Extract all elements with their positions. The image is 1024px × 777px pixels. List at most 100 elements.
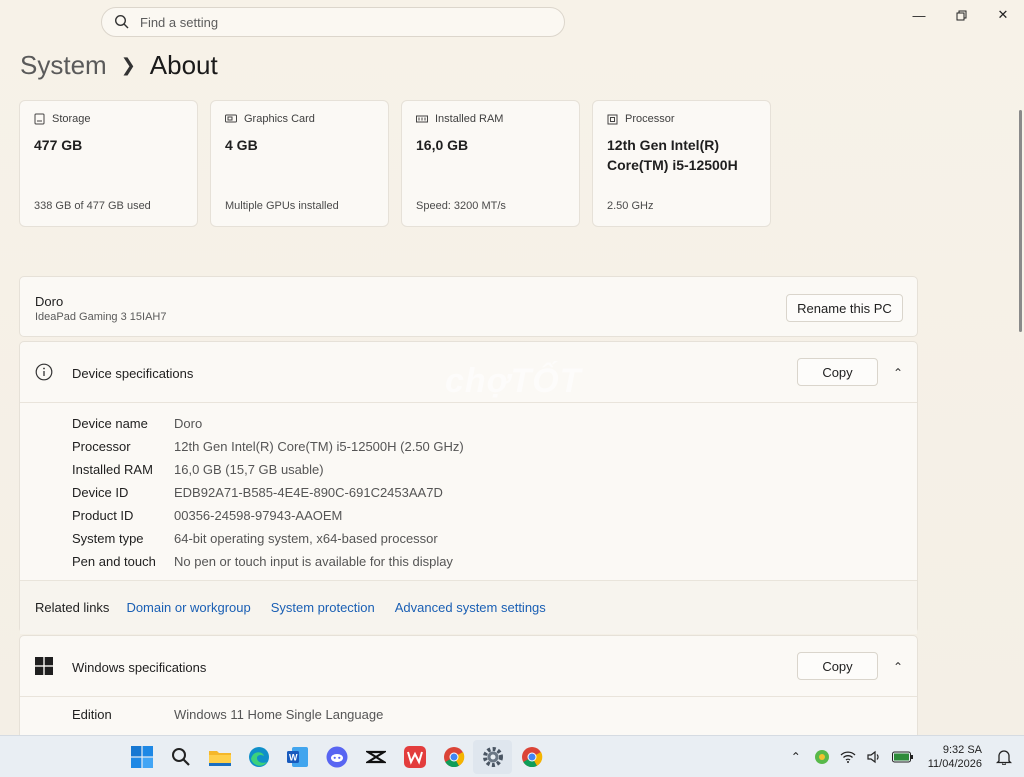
clock[interactable]: 9:32 SA 11/04/2026 (928, 743, 982, 771)
system-tray: ⌃ 9:32 SA 11/04/2026 (784, 736, 1024, 777)
spec-value: No pen or touch input is available for t… (174, 554, 453, 569)
windows-start-icon (130, 746, 153, 768)
domain-workgroup-link[interactable]: Domain or workgroup (126, 600, 250, 615)
windows-specifications-panel: Windows specifications Copy ⌃ Edition Win… (19, 635, 918, 735)
card-sub: 338 GB of 477 GB used (34, 200, 151, 212)
copy-windows-specs-button[interactable]: Copy (797, 652, 878, 680)
related-links-label: Related links (35, 600, 110, 615)
chrome-profile-icon (521, 747, 542, 768)
taskbar-chrome-profile[interactable] (512, 740, 551, 774)
spec-key: Processor (72, 439, 131, 454)
card-value: 4 GB (225, 137, 258, 153)
discord-icon (326, 746, 347, 768)
spec-row: Device ID EDB92A71-B585-4E4E-890C-691C245… (72, 481, 464, 504)
pc-name-panel: Doro IdeaPad Gaming 3 15IAH7 Rename this… (19, 276, 918, 337)
chevron-up-icon[interactable]: ⌃ (784, 745, 808, 769)
spec-row: Installed RAM 16,0 GB (15,7 GB usable) (72, 458, 464, 481)
rename-pc-button[interactable]: Rename this PC (786, 294, 903, 322)
processor-icon (607, 114, 618, 124)
processor-card[interactable]: Processor 12th Gen Intel(R) Core(TM) i5-… (592, 100, 771, 227)
start-button[interactable] (122, 740, 161, 774)
spec-key: Edition (72, 707, 112, 722)
capcut-icon (365, 750, 386, 764)
battery-icon[interactable] (888, 745, 918, 769)
spec-key: Product ID (72, 508, 134, 523)
taskbar-file-explorer[interactable] (200, 740, 239, 774)
spec-value: 64-bit operating system, x64-based proce… (174, 531, 438, 546)
tray-app-icon[interactable] (810, 745, 834, 769)
notification-icon[interactable] (992, 745, 1016, 769)
taskbar-edge[interactable] (239, 740, 278, 774)
chevron-up-icon[interactable]: ⌃ (893, 660, 903, 674)
card-label: Processor (625, 113, 675, 125)
taskbar: W ⌃ 9:32 SA 11/04/2026 (0, 735, 1024, 777)
spec-value: 16,0 GB (15,7 GB usable) (174, 462, 324, 477)
card-label: Graphics Card (244, 113, 315, 125)
search-box[interactable] (101, 7, 565, 37)
spec-row: Product ID 00356-24598-97943-AAOEM (72, 504, 464, 527)
volume-icon[interactable] (862, 745, 886, 769)
windows-logo-icon (35, 657, 53, 675)
card-value: 16,0 GB (416, 137, 469, 153)
restore-icon (956, 10, 966, 20)
pc-name: Doro (35, 294, 64, 309)
related-links: Related links Domain or workgroup System… (20, 580, 917, 634)
spec-value: Doro (174, 416, 203, 431)
card-sub: Multiple GPUs installed (225, 200, 339, 212)
word-icon: W (286, 747, 308, 767)
graphics-card-card[interactable]: Graphics Card 4 GB Multiple GPUs install… (210, 100, 389, 227)
wifi-icon[interactable] (836, 745, 860, 769)
taskbar-discord[interactable] (317, 740, 356, 774)
section-title: Device specifications (72, 366, 194, 381)
spec-key: Installed RAM (72, 462, 153, 477)
scrollbar[interactable] (1019, 110, 1022, 332)
page-title: About (149, 50, 218, 80)
pc-model: IdeaPad Gaming 3 15IAH7 (35, 311, 167, 323)
section-title: Windows specifications (72, 660, 207, 675)
maximize-button[interactable] (940, 0, 982, 30)
card-label: Storage (52, 113, 91, 125)
breadcrumb: System ❯ About (20, 50, 218, 81)
spec-row: System type 64-bit operating system, x64-… (72, 527, 464, 550)
device-spec-list: Device name Doro Processor 12th Gen Intel(… (72, 412, 464, 573)
taskbar-capcut[interactable] (356, 740, 395, 774)
card-sub: 2.50 GHz (607, 200, 654, 212)
clock-time: 9:32 SA (942, 744, 982, 756)
chrome-icon (443, 747, 464, 768)
search-input[interactable] (140, 14, 540, 30)
card-sub: Speed: 3200 MT/s (416, 200, 506, 212)
system-protection-link[interactable]: System protection (271, 600, 375, 615)
ram-card[interactable]: Installed RAM 16,0 GB Speed: 3200 MT/s (401, 100, 580, 227)
svg-text:W: W (289, 753, 298, 763)
spec-value: 12th Gen Intel(R) Core(TM) i5-12500H (2.… (174, 439, 464, 454)
storage-card[interactable]: Storage 477 GB 338 GB of 477 GB used (19, 100, 198, 227)
search-icon (171, 748, 190, 766)
spec-row: Processor 12th Gen Intel(R) Core(TM) i5-1… (72, 435, 464, 458)
close-button[interactable]: ✕ (982, 0, 1024, 30)
spec-row: Pen and touch No pen or touch input is av… (72, 550, 464, 573)
minimize-button[interactable]: — (898, 0, 940, 30)
card-value: 477 GB (34, 137, 83, 153)
chevron-up-icon[interactable]: ⌃ (893, 366, 903, 380)
storage-icon (34, 113, 45, 125)
advanced-system-settings-link[interactable]: Advanced system settings (395, 600, 546, 615)
window-controls: — ✕ (898, 0, 1024, 30)
settings-window: — ✕ System ❯ About Storage 477 GB 338 GB… (0, 0, 1024, 735)
windows-specifications-header[interactable]: Windows specifications Copy ⌃ (20, 636, 917, 697)
spec-value: EDB92A71-B585-4E4E-890C-691C2453AA7D (174, 485, 443, 500)
spec-key: System type (72, 531, 144, 546)
graphics-card-icon (225, 114, 237, 123)
info-icon (35, 363, 53, 381)
taskbar-search[interactable] (161, 740, 200, 774)
breadcrumb-system[interactable]: System (20, 50, 107, 81)
chevron-right-icon: ❯ (120, 55, 136, 75)
file-explorer-icon (208, 751, 231, 766)
taskbar-wps[interactable] (395, 740, 434, 774)
copy-device-specs-button[interactable]: Copy (797, 358, 878, 386)
edge-icon (248, 747, 269, 767)
spec-key: Pen and touch (72, 554, 156, 569)
taskbar-word[interactable]: W (278, 740, 317, 774)
taskbar-settings[interactable] (473, 740, 512, 774)
taskbar-chrome[interactable] (434, 740, 473, 774)
spec-row: Device name Doro (72, 412, 464, 435)
